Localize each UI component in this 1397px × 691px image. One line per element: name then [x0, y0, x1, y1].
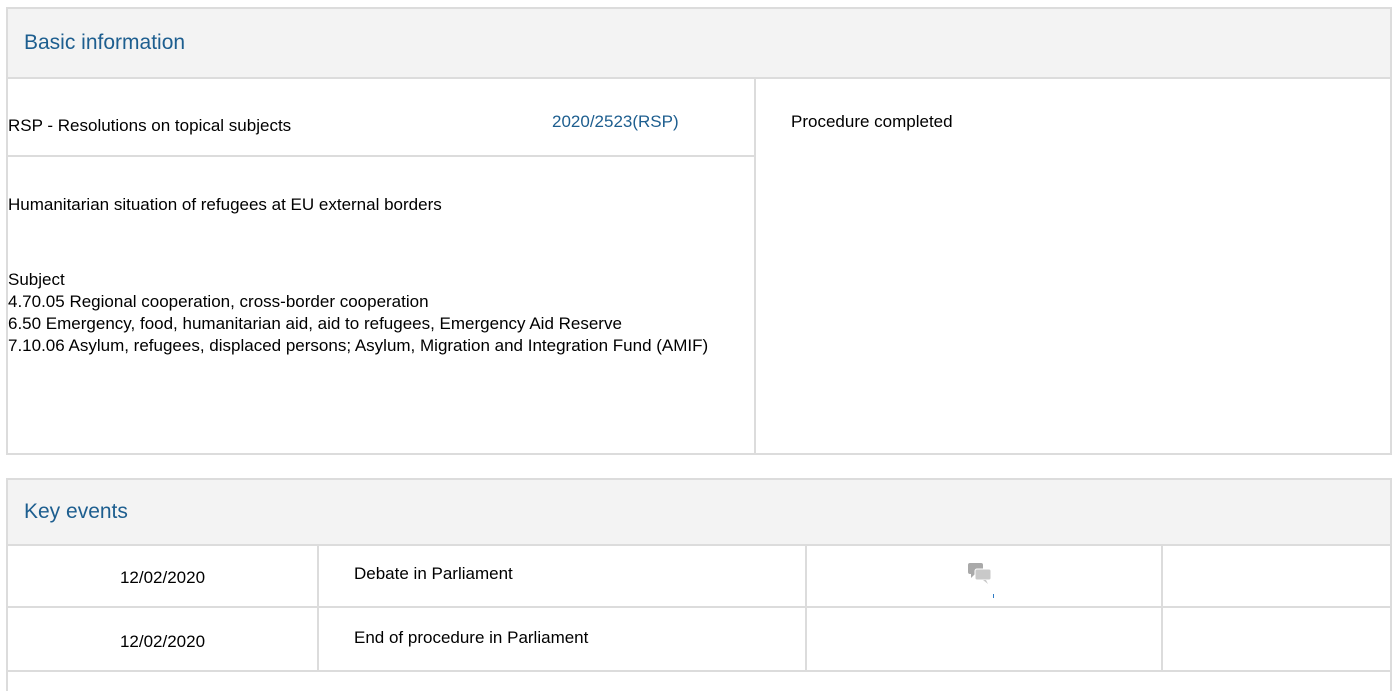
event-summary-cell — [1163, 544, 1390, 606]
procedure-title: Humanitarian situation of refugees at EU… — [8, 195, 442, 214]
event-name: End of procedure in Parliament — [319, 608, 807, 670]
basic-information-panel: Basic information RSP - Resolutions on t… — [6, 7, 1392, 455]
basic-information-body: RSP - Resolutions on topical subjects 20… — [8, 77, 1390, 453]
key-events-panel: Key events 12/02/2020 Debate in Parliame… — [6, 478, 1392, 691]
procedure-type: RSP - Resolutions on topical subjects — [8, 116, 292, 135]
event-date: 12/02/2020 — [8, 608, 319, 670]
procedure-status-column: Procedure completed — [756, 77, 1390, 453]
procedure-details-column: RSP - Resolutions on topical subjects 20… — [8, 77, 756, 453]
procedure-reference-link[interactable]: 2020/2523(RSP) — [552, 112, 679, 132]
event-document-cell — [807, 608, 1163, 670]
debate-speech-bubbles-icon[interactable] — [967, 562, 993, 586]
event-summary-cell — [1163, 608, 1390, 670]
subject-item: 6.50 Emergency, food, humanitarian aid, … — [8, 314, 622, 333]
key-events-table: 12/02/2020 Debate in Parliament 12/02/20… — [8, 544, 1390, 672]
key-events-header: Key events — [8, 480, 1390, 546]
procedure-type-row: RSP - Resolutions on topical subjects 20… — [8, 77, 754, 157]
subject-item: 7.10.06 Asylum, refugees, displaced pers… — [8, 336, 709, 355]
event-document-cell — [807, 544, 1163, 606]
event-name: Debate in Parliament — [319, 544, 807, 606]
procedure-status: Procedure completed — [791, 112, 953, 131]
table-row: 12/02/2020 End of procedure in Parliamen… — [8, 608, 1390, 672]
table-row: 12/02/2020 Debate in Parliament — [8, 544, 1390, 608]
event-date: 12/02/2020 — [8, 544, 319, 606]
basic-information-header: Basic information — [8, 9, 1390, 79]
subject-item: 4.70.05 Regional cooperation, cross-bord… — [8, 292, 429, 311]
subject-label: Subject — [8, 270, 65, 289]
link-marker — [993, 594, 994, 598]
subject-section: Subject 4.70.05 Regional cooperation, cr… — [8, 269, 748, 357]
